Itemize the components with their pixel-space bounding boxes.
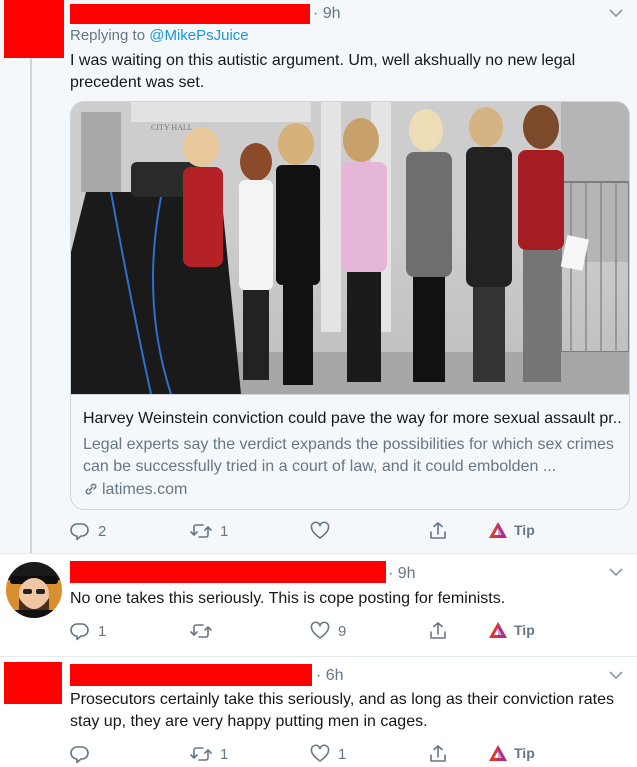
card-image: CITY HALL bbox=[71, 102, 629, 395]
reply-count: 1 bbox=[98, 622, 107, 640]
card-title: Harvey Weinstein conviction could pave t… bbox=[83, 410, 623, 427]
card-body: Harvey Weinstein conviction could pave t… bbox=[71, 394, 629, 509]
like-count: 1 bbox=[338, 745, 347, 763]
tip-icon bbox=[489, 522, 507, 538]
reply-count: 2 bbox=[98, 522, 107, 540]
chevron-down-icon[interactable] bbox=[609, 567, 623, 577]
tweet-time[interactable]: · 9h bbox=[313, 5, 341, 23]
tip-label: Tip bbox=[514, 522, 535, 538]
retweet-icon bbox=[190, 524, 212, 538]
retweet-button[interactable]: 1 bbox=[190, 742, 228, 766]
redacted-avatar bbox=[4, 662, 62, 704]
reply-button[interactable]: 1 bbox=[70, 619, 106, 643]
link-card[interactable]: CITY HALL Harvey Weinstein conviction co… bbox=[70, 101, 630, 510]
like-button[interactable]: 9 bbox=[310, 619, 346, 643]
tip-button[interactable]: Tip bbox=[488, 521, 535, 539]
tweet-text: No one takes this seriously. This is cop… bbox=[70, 590, 506, 607]
reply-button[interactable] bbox=[70, 742, 98, 766]
redacted-author-name bbox=[70, 664, 312, 686]
retweet-icon bbox=[190, 624, 212, 638]
tip-button[interactable]: Tip bbox=[488, 744, 535, 762]
share-button[interactable] bbox=[428, 619, 448, 643]
retweet-count: 1 bbox=[220, 522, 229, 540]
card-description: Legal experts say the verdict expands th… bbox=[83, 436, 614, 475]
tweet-2[interactable]: · 9h No one takes this seriously. This i… bbox=[0, 553, 637, 656]
tweet-actions: 1 9 Tip bbox=[70, 619, 630, 643]
tweet-time[interactable]: · 6h bbox=[316, 667, 344, 685]
tip-icon bbox=[489, 745, 507, 761]
retweet-count: 1 bbox=[220, 745, 229, 763]
tweet-1[interactable]: · 9h Replying to @MikePsJuice I was wait… bbox=[0, 0, 637, 553]
tip-label: Tip bbox=[514, 622, 535, 638]
replying-to-label: Replying to bbox=[70, 27, 146, 44]
tweet-time[interactable]: · 9h bbox=[388, 565, 416, 583]
card-domain-text: latimes.com bbox=[102, 481, 188, 498]
link-icon bbox=[85, 483, 97, 495]
like-button[interactable] bbox=[310, 519, 338, 543]
like-count: 9 bbox=[338, 622, 347, 640]
tweet-actions: 2 1 Tip bbox=[70, 519, 630, 543]
like-icon bbox=[310, 744, 330, 762]
retweet-icon bbox=[190, 747, 212, 761]
chevron-down-icon[interactable] bbox=[609, 670, 623, 680]
share-icon bbox=[430, 745, 446, 762]
reply-icon bbox=[70, 523, 89, 541]
like-icon bbox=[310, 621, 330, 639]
tweet-text: Prosecutors certainly take this seriousl… bbox=[70, 691, 614, 730]
tweet-actions: 1 1 Tip bbox=[70, 742, 630, 766]
tweet-3[interactable]: · 6h Prosecutors certainly take this ser… bbox=[0, 656, 637, 767]
share-button[interactable] bbox=[428, 742, 448, 766]
thread-line bbox=[30, 0, 32, 553]
retweet-button[interactable] bbox=[190, 619, 220, 643]
share-icon bbox=[430, 522, 446, 539]
reply-button[interactable]: 2 bbox=[70, 519, 106, 543]
reply-icon bbox=[70, 746, 89, 764]
replying-to: Replying to @MikePsJuice bbox=[70, 27, 249, 44]
share-icon bbox=[430, 622, 446, 639]
card-domain: latimes.com bbox=[83, 481, 187, 499]
retweet-button[interactable]: 1 bbox=[190, 519, 228, 543]
like-icon bbox=[310, 521, 330, 539]
redacted-author-name bbox=[70, 561, 386, 583]
tweet-text: I was waiting on this autistic argument.… bbox=[70, 52, 576, 91]
redacted-avatar bbox=[4, 0, 64, 58]
avatar[interactable] bbox=[6, 562, 62, 618]
city-hall-sign: CITY HALL bbox=[151, 123, 193, 132]
reply-icon bbox=[70, 623, 89, 641]
share-button[interactable] bbox=[428, 519, 448, 543]
replying-to-handle[interactable]: @MikePsJuice bbox=[149, 27, 248, 44]
tip-button[interactable]: Tip bbox=[488, 621, 535, 639]
redacted-author-name bbox=[70, 4, 310, 24]
tip-label: Tip bbox=[514, 745, 535, 761]
like-button[interactable]: 1 bbox=[310, 742, 346, 766]
tip-icon bbox=[489, 622, 507, 638]
chevron-down-icon[interactable] bbox=[609, 8, 623, 18]
